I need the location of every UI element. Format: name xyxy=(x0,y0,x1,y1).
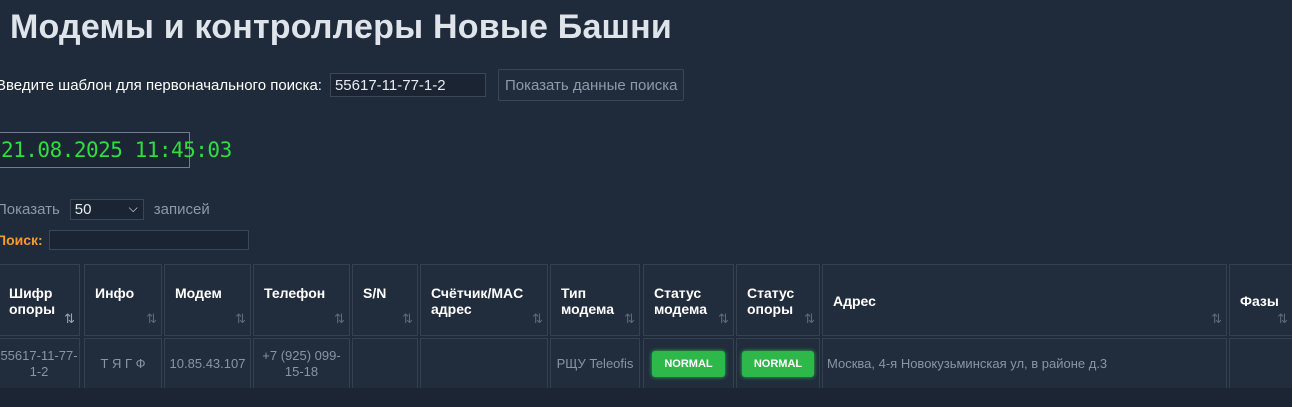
column-header-code[interactable]: Шифр опоры ⇅ xyxy=(0,264,80,336)
status-badge: NORMAL xyxy=(741,351,815,377)
sort-icon: ⇅ xyxy=(402,311,413,326)
filter-input[interactable] xyxy=(48,230,249,250)
column-header-phone[interactable]: Телефон ⇅ xyxy=(253,264,350,336)
cell-modem-status: NORMAL xyxy=(643,338,734,390)
sort-asc-icon: ⇅ xyxy=(64,311,75,326)
header-label: Инфо xyxy=(95,285,135,301)
sort-icon: ⇅ xyxy=(1211,311,1222,326)
header-label: Статус модема xyxy=(654,285,707,317)
filter-label: Поиск: xyxy=(0,232,43,248)
column-header-phases[interactable]: Фазы ⇅ xyxy=(1229,264,1292,336)
cell-modem-type: РЩУ Teleofis xyxy=(550,338,640,390)
header-label: Адрес xyxy=(833,293,876,309)
status-badge: NORMAL xyxy=(652,351,725,377)
digital-clock: 21.08.2025 11:45:03 xyxy=(0,132,232,168)
cell-sn xyxy=(352,338,418,390)
header-label: Счётчик/MAC адрес xyxy=(431,285,524,317)
table-footer-strip xyxy=(0,388,1292,407)
cell-info: Т Я Г Ф xyxy=(84,338,162,390)
cell-phone: +7 (925) 099-15-18 xyxy=(253,338,350,390)
template-search-input[interactable] xyxy=(329,73,486,97)
cell-address: Москва, 4-я Новокузьминская ул, в районе… xyxy=(822,338,1227,390)
cell-phases xyxy=(1229,338,1292,390)
header-label: Статус опоры xyxy=(747,285,795,317)
search-row: Введите шаблон для первоначального поиск… xyxy=(0,69,685,101)
column-header-address[interactable]: Адрес ⇅ xyxy=(822,264,1227,336)
page-length-value: 50 xyxy=(74,201,92,218)
header-label: Шифр опоры xyxy=(9,285,56,317)
sort-icon: ⇅ xyxy=(1277,311,1288,326)
length-suffix: записей xyxy=(153,201,210,218)
sort-icon: ⇅ xyxy=(146,311,157,326)
column-header-info[interactable]: Инфо ⇅ xyxy=(84,264,162,336)
table-filter: Поиск: xyxy=(0,230,249,250)
sort-icon: ⇅ xyxy=(235,311,246,326)
sort-icon: ⇅ xyxy=(804,311,815,326)
cell-meter xyxy=(420,338,548,390)
header-label: Телефон xyxy=(264,285,326,301)
header-label: Модем xyxy=(175,285,222,301)
page-length-select[interactable]: 50 ⌵ xyxy=(69,199,144,220)
cell-code: 55617-11-77-1-2 xyxy=(0,338,80,390)
cell-modem: 10.85.43.107 xyxy=(164,338,251,390)
length-prefix: Показать xyxy=(0,201,60,218)
cell-pole-status: NORMAL xyxy=(736,338,820,390)
column-header-modem-status[interactable]: Статус модема ⇅ xyxy=(643,264,734,336)
header-label: Фазы xyxy=(1240,293,1279,309)
column-header-modem-type[interactable]: Тип модема ⇅ xyxy=(550,264,640,336)
column-header-pole-status[interactable]: Статус опоры ⇅ xyxy=(736,264,820,336)
sort-icon: ⇅ xyxy=(532,311,543,326)
page-length-control: Показать 50 ⌵ записей xyxy=(0,199,210,220)
page-title: Модемы и контроллеры Новые Башни xyxy=(10,8,672,46)
column-header-sn[interactable]: S/N ⇅ xyxy=(352,264,418,336)
sort-icon: ⇅ xyxy=(624,311,635,326)
sort-icon: ⇅ xyxy=(718,311,729,326)
chevron-down-icon: ⌵ xyxy=(128,201,138,215)
show-search-data-button[interactable]: Показать данные поиска xyxy=(497,69,685,101)
header-label: S/N xyxy=(363,285,387,301)
search-label: Введите шаблон для первоначального поиск… xyxy=(0,76,322,94)
column-header-modem[interactable]: Модем ⇅ xyxy=(164,264,251,336)
sort-icon: ⇅ xyxy=(334,311,345,326)
header-label: Тип модема xyxy=(561,285,614,317)
column-header-meter[interactable]: Счётчик/MAC адрес ⇅ xyxy=(420,264,548,336)
